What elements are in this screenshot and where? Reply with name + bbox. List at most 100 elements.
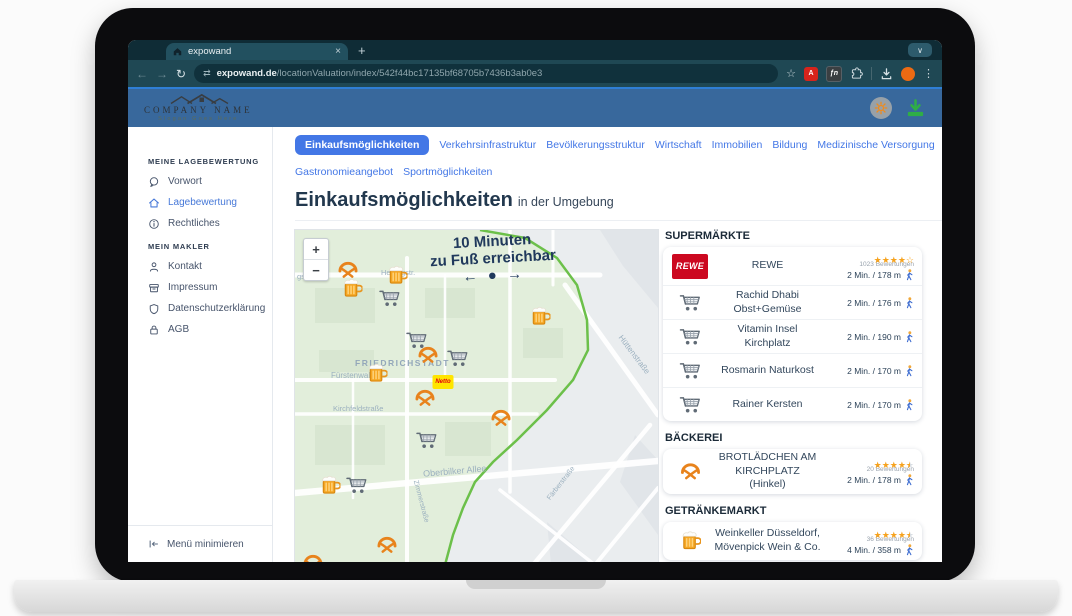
menu-minimize-button[interactable]: Menü minimieren <box>128 525 272 562</box>
poi-row[interactable]: Rachid Dhabi Obst+Gemüse2 Min. / 176 m <box>663 286 922 320</box>
theme-sun-avatar[interactable] <box>870 97 892 119</box>
reload-icon[interactable]: ↻ <box>176 68 186 80</box>
section-tab[interactable]: Gastronomieangebot <box>295 162 393 182</box>
sidebar-section-title: MEIN MAKLER <box>148 242 272 251</box>
section-tab[interactable]: Bildung <box>772 135 807 155</box>
poi-name: Vitamin Insel Kirchplatz <box>711 323 824 350</box>
poi-section-title: SUPERMÄRKTE <box>665 230 922 242</box>
sidebar-item-label: Lagebewertung <box>168 197 237 208</box>
browser-toolbar: ← → ↻ ⇄ expowand.de/locationValuation/in… <box>128 60 942 87</box>
cart-icon <box>669 327 711 346</box>
map-marker-cart[interactable] <box>416 431 439 450</box>
poi-section-title: GETRÄNKEMARKT <box>665 505 922 517</box>
rating-stars: ★★★★★★ <box>874 526 914 535</box>
section-tab[interactable]: Sportmöglichkeiten <box>403 162 492 182</box>
sidebar-archive-icon <box>148 282 160 294</box>
distance: 2 Min. / 170 m <box>847 399 914 411</box>
app-header: COMPANY NAME Slogan Goes Here <box>128 89 942 127</box>
back-icon[interactable]: ← <box>136 68 148 80</box>
section-tab[interactable]: Medizinische Versorgung <box>817 135 934 155</box>
poi-panel: SUPERMÄRKTE REWEREWE★★★★☆1023 Bewertungen… <box>663 230 942 562</box>
map-marker-pretzel[interactable] <box>302 554 325 563</box>
section-tab[interactable]: Bevölkerungsstruktur <box>546 135 645 155</box>
site-info-icon[interactable]: ⇄ <box>203 68 211 79</box>
sidebar-item-lock[interactable]: AGB <box>128 319 272 340</box>
browser-tab[interactable]: expowand × <box>166 43 348 60</box>
sidebar-item-house[interactable]: Lagebewertung <box>128 192 272 213</box>
sidebar-item-chat[interactable]: Vorwort <box>128 171 272 192</box>
map-marker-cart[interactable] <box>447 349 470 368</box>
map-annotation: 10 Minuten zu Fuß erreichbar ← ● → <box>392 230 594 290</box>
sidebar-shield-icon <box>148 303 160 315</box>
poi-row[interactable]: Rainer Kersten 2 Min. / 170 m <box>663 388 922 421</box>
poi-row[interactable]: Weinkeller Düsseldorf, Mövenpick Wein & … <box>663 522 922 560</box>
poi-row[interactable]: BROTLÄDCHEN AM KIRCHPLATZ (Hinkel)★★★★★★… <box>663 449 922 494</box>
map-marker-cart[interactable] <box>346 476 369 495</box>
distance: 4 Min. / 358 m <box>847 544 914 556</box>
sidebar-item-archive[interactable]: Impressum <box>128 277 272 298</box>
map-marker-beer[interactable] <box>367 363 388 384</box>
poi-row[interactable]: Rosmarin Naturkost2 Min. / 170 m <box>663 354 922 388</box>
poi-name: BROTLÄDCHEN AM KIRCHPLATZ (Hinkel) <box>711 451 824 492</box>
map-marker-netto[interactable]: Netto <box>433 375 454 389</box>
map-marker-beer[interactable] <box>320 475 341 496</box>
map-marker-beer[interactable] <box>342 278 363 299</box>
section-tab-row: Einkaufsmöglichkeiten Verkehrsinfrastrukt… <box>295 135 942 155</box>
sidebar-item-info[interactable]: Rechtliches <box>128 213 272 234</box>
window-chevron-icon[interactable]: ∨ <box>908 43 932 57</box>
distance-text: 2 Min. / 190 m <box>847 332 901 342</box>
tab-close-icon[interactable]: × <box>335 47 341 57</box>
map-marker-pretzel[interactable] <box>417 346 440 365</box>
zoom-in-button[interactable]: + <box>304 239 328 260</box>
fn-extension-icon[interactable]: ƒn <box>826 66 842 82</box>
section-tab[interactable]: Immobilien <box>712 135 763 155</box>
map-marker-pretzel[interactable] <box>376 536 399 555</box>
poi-meta: 2 Min. / 170 m <box>824 399 914 411</box>
zoom-out-button[interactable]: − <box>304 260 328 280</box>
distance-text: 2 Min. / 170 m <box>847 400 901 410</box>
map-marker-beer[interactable] <box>530 306 551 327</box>
poi-name: Rainer Kersten <box>711 398 824 412</box>
poi-card: REWEREWE★★★★☆1023 Bewertungen2 Min. / 17… <box>663 247 922 421</box>
download-report-icon[interactable] <box>905 98 926 119</box>
forward-icon[interactable]: → <box>156 68 168 80</box>
map-marker-pretzel[interactable] <box>414 389 437 408</box>
profile-avatar[interactable] <box>901 67 915 81</box>
poi-name: Weinkeller Düsseldorf, Mövenpick Wein & … <box>711 527 824 554</box>
downloads-icon[interactable] <box>880 67 893 80</box>
rewe-icon: REWE <box>669 254 711 279</box>
map[interactable]: gstraßeHerzogstr.FürstenwallFRIEDRICHSTA… <box>295 230 658 562</box>
poi-row[interactable]: Vitamin Insel Kirchplatz 2 Min. / 190 m <box>663 320 922 354</box>
section-tabs: Einkaufsmöglichkeiten Verkehrsinfrastrukt… <box>295 135 942 182</box>
section-tab[interactable]: Wirtschaft <box>655 135 702 155</box>
section-tab[interactable]: Einkaufsmöglichkeiten <box>295 135 429 155</box>
poi-card: Weinkeller Düsseldorf, Mövenpick Wein & … <box>663 522 922 560</box>
sidebar-item-label: Vorwort <box>168 176 202 187</box>
cart-icon <box>669 293 711 312</box>
sidebar-info-icon <box>148 218 160 230</box>
poi-row[interactable]: REWEREWE★★★★☆1023 Bewertungen2 Min. / 17… <box>663 247 922 286</box>
sidebar-item-shield[interactable]: Datenschutzerklärung <box>128 298 272 319</box>
walking-person-icon <box>905 544 914 556</box>
sidebar-section-title: MEINE LAGEBEWERTUNG <box>148 157 272 166</box>
map-marker-pretzel[interactable] <box>490 409 513 428</box>
distance: 2 Min. / 176 m <box>847 297 914 309</box>
sidebar-item-label: Kontakt <box>168 261 202 272</box>
new-tab-button[interactable]: + <box>358 43 366 58</box>
browser-menu-icon[interactable]: ⋮ <box>923 67 934 80</box>
section-tab[interactable]: Verkehrsinfrastruktur <box>439 135 536 155</box>
sidebar-item-person[interactable]: Kontakt <box>128 256 272 277</box>
walking-person-icon <box>905 474 914 486</box>
company-slogan: Slogan Goes Here <box>158 117 238 123</box>
walking-person-icon <box>905 331 914 343</box>
sidebar-house-icon <box>148 197 160 209</box>
adobe-extension-icon[interactable]: A <box>804 67 818 81</box>
browser-screen: expowand × + ∨ ← → ↻ ⇄ expowand.de/locat… <box>128 40 942 562</box>
page-title: Einkaufsmöglichkeiten <box>295 189 513 211</box>
url-path: /locationValuation/index/542f44bc17135bf… <box>277 68 543 79</box>
bookmark-icon[interactable]: ☆ <box>786 67 796 80</box>
extensions-puzzle-icon[interactable] <box>850 67 863 80</box>
sidebar: MEINE LAGEBEWERTUNG Vorwort Lagebewertung R… <box>128 127 273 562</box>
address-bar[interactable]: ⇄ expowand.de/locationValuation/index/54… <box>194 64 778 83</box>
map-marker-cart[interactable] <box>379 289 402 308</box>
